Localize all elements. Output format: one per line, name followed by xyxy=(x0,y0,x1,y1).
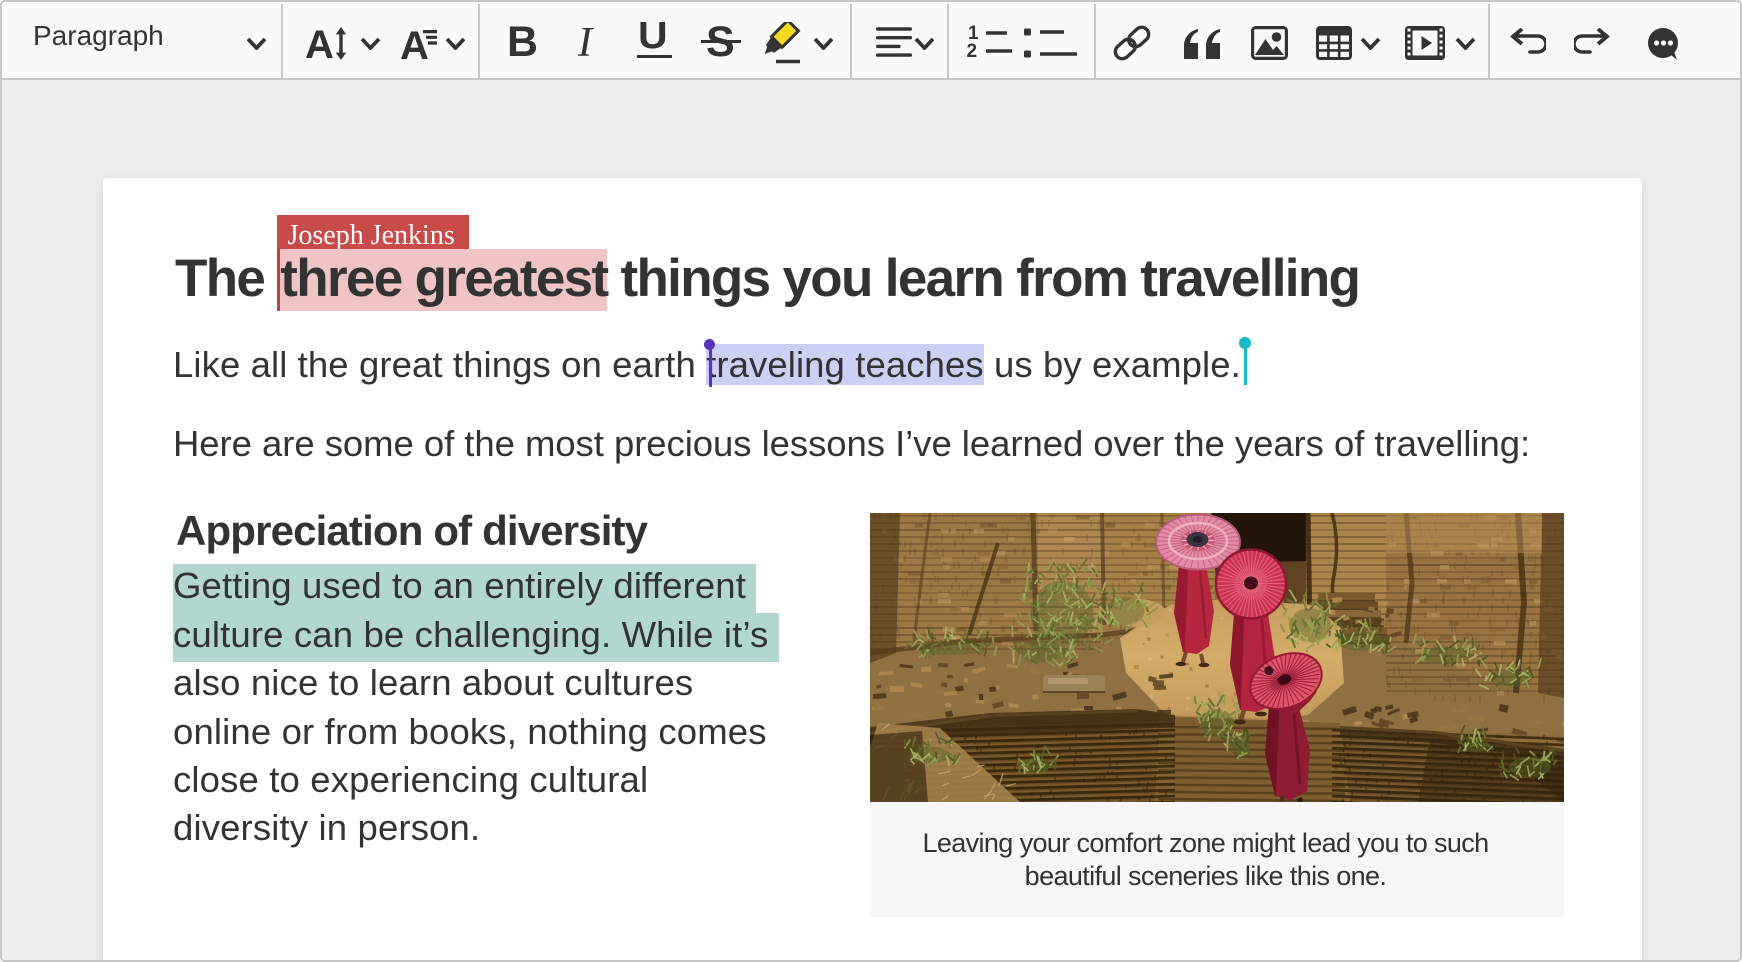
svg-text:2: 2 xyxy=(967,41,978,62)
